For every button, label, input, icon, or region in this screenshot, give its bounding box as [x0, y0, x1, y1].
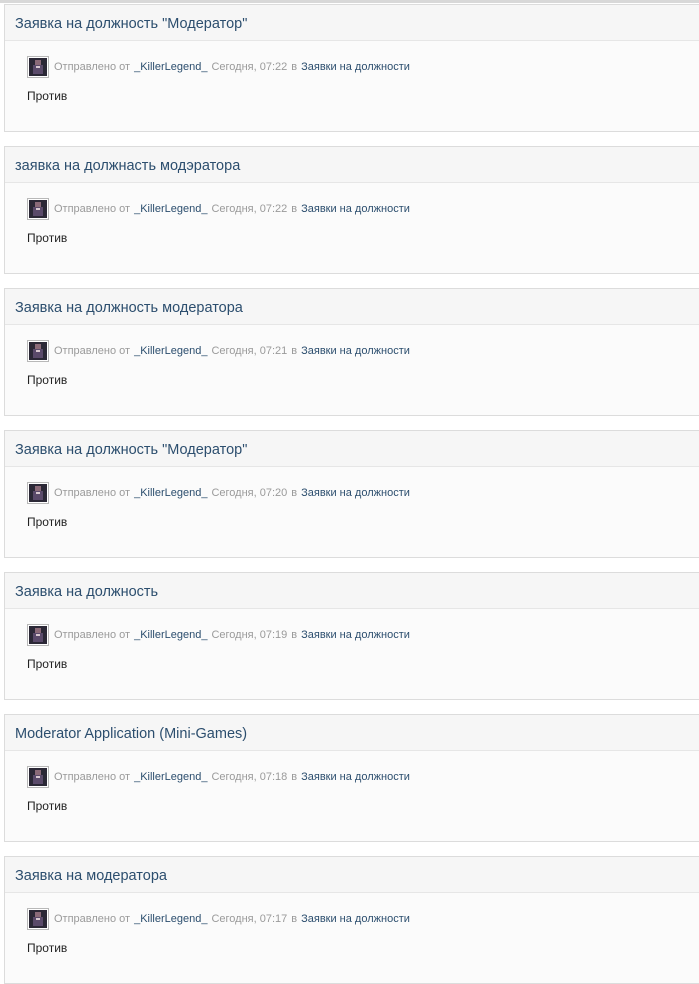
post-card: Заявка на должность "Модератор" Отправле…	[4, 430, 699, 558]
in-label: в	[291, 203, 298, 215]
post-body: Против	[27, 515, 68, 529]
forum-link[interactable]: Заявки на должности	[301, 771, 410, 783]
post-title-link[interactable]: Заявка на должность модератора	[15, 300, 243, 316]
post-title-link[interactable]: Moderator Application (Mini-Games)	[15, 726, 247, 742]
post-card: Заявка на должность Отправлено от _Kille…	[4, 572, 699, 700]
in-label: в	[291, 487, 298, 499]
post-body: Против	[27, 373, 68, 387]
forum-link[interactable]: Заявки на должности	[301, 61, 410, 73]
post-header: заявка на должнасть модэратора	[5, 147, 699, 183]
forum-link[interactable]: Заявки на должности	[301, 487, 410, 499]
forum-link[interactable]: Заявки на должности	[301, 629, 410, 641]
post-meta: Отправлено от _KillerLegend_ Сегодня, 07…	[27, 623, 410, 647]
post-time: Сегодня, 07:19	[211, 629, 288, 641]
post-meta: Отправлено от _KillerLegend_ Сегодня, 07…	[27, 197, 410, 221]
in-label: в	[291, 771, 298, 783]
user-avatar-icon[interactable]	[27, 908, 49, 930]
user-avatar-icon[interactable]	[27, 482, 49, 504]
post-title-link[interactable]: Заявка на должность	[15, 584, 158, 600]
sent-label: Отправлено от	[54, 61, 131, 73]
post-header: Moderator Application (Mini-Games)	[5, 715, 699, 751]
forum-link[interactable]: Заявки на должности	[301, 913, 410, 925]
post-time: Сегодня, 07:22	[211, 61, 288, 73]
post-time: Сегодня, 07:22	[211, 203, 288, 215]
top-divider	[0, 0, 699, 3]
in-label: в	[291, 629, 298, 641]
post-card: Заявка на должность модератора Отправлен…	[4, 288, 699, 416]
sent-label: Отправлено от	[54, 203, 131, 215]
post-header: Заявка на модератора	[5, 857, 699, 893]
post-body: Против	[27, 941, 68, 955]
post-card: Moderator Application (Mini-Games) Отпра…	[4, 714, 699, 842]
post-body: Против	[27, 89, 68, 103]
sent-label: Отправлено от	[54, 629, 131, 641]
in-label: в	[291, 345, 298, 357]
post-card: Заявка на должность "Модератор" Отправле…	[4, 4, 699, 132]
post-title-link[interactable]: Заявка на модератора	[15, 868, 167, 884]
forum-link[interactable]: Заявки на должности	[301, 203, 410, 215]
sent-label: Отправлено от	[54, 913, 131, 925]
user-avatar-icon[interactable]	[27, 56, 49, 78]
author-link[interactable]: _KillerLegend_	[134, 61, 207, 73]
post-title-link[interactable]: Заявка на должность "Модератор"	[15, 442, 247, 458]
post-meta: Отправлено от _KillerLegend_ Сегодня, 07…	[27, 55, 410, 79]
post-body: Против	[27, 799, 68, 813]
post-body: Против	[27, 657, 68, 671]
user-avatar-icon[interactable]	[27, 624, 49, 646]
post-time: Сегодня, 07:20	[211, 487, 288, 499]
author-link[interactable]: _KillerLegend_	[134, 203, 207, 215]
author-link[interactable]: _KillerLegend_	[134, 487, 207, 499]
post-meta: Отправлено от _KillerLegend_ Сегодня, 07…	[27, 339, 410, 363]
post-meta: Отправлено от _KillerLegend_ Сегодня, 07…	[27, 907, 410, 931]
in-label: в	[291, 61, 298, 73]
post-time: Сегодня, 07:17	[211, 913, 288, 925]
post-title-link[interactable]: заявка на должнасть модэратора	[15, 158, 240, 174]
post-header: Заявка на должность	[5, 573, 699, 609]
post-meta: Отправлено от _KillerLegend_ Сегодня, 07…	[27, 765, 410, 789]
post-header: Заявка на должность модератора	[5, 289, 699, 325]
post-card: Заявка на модератора Отправлено от _Kill…	[4, 856, 699, 984]
author-link[interactable]: _KillerLegend_	[134, 771, 207, 783]
author-link[interactable]: _KillerLegend_	[134, 345, 207, 357]
user-avatar-icon[interactable]	[27, 198, 49, 220]
sent-label: Отправлено от	[54, 771, 131, 783]
post-time: Сегодня, 07:21	[211, 345, 288, 357]
user-avatar-icon[interactable]	[27, 766, 49, 788]
user-avatar-icon[interactable]	[27, 340, 49, 362]
in-label: в	[291, 913, 298, 925]
post-title-link[interactable]: Заявка на должность "Модератор"	[15, 16, 247, 32]
post-meta: Отправлено от _KillerLegend_ Сегодня, 07…	[27, 481, 410, 505]
post-card: заявка на должнасть модэратора Отправлен…	[4, 146, 699, 274]
post-header: Заявка на должность "Модератор"	[5, 431, 699, 467]
post-body: Против	[27, 231, 68, 245]
forum-link[interactable]: Заявки на должности	[301, 345, 410, 357]
sent-label: Отправлено от	[54, 487, 131, 499]
post-header: Заявка на должность "Модератор"	[5, 5, 699, 41]
sent-label: Отправлено от	[54, 345, 131, 357]
author-link[interactable]: _KillerLegend_	[134, 629, 207, 641]
author-link[interactable]: _KillerLegend_	[134, 913, 207, 925]
post-time: Сегодня, 07:18	[211, 771, 288, 783]
